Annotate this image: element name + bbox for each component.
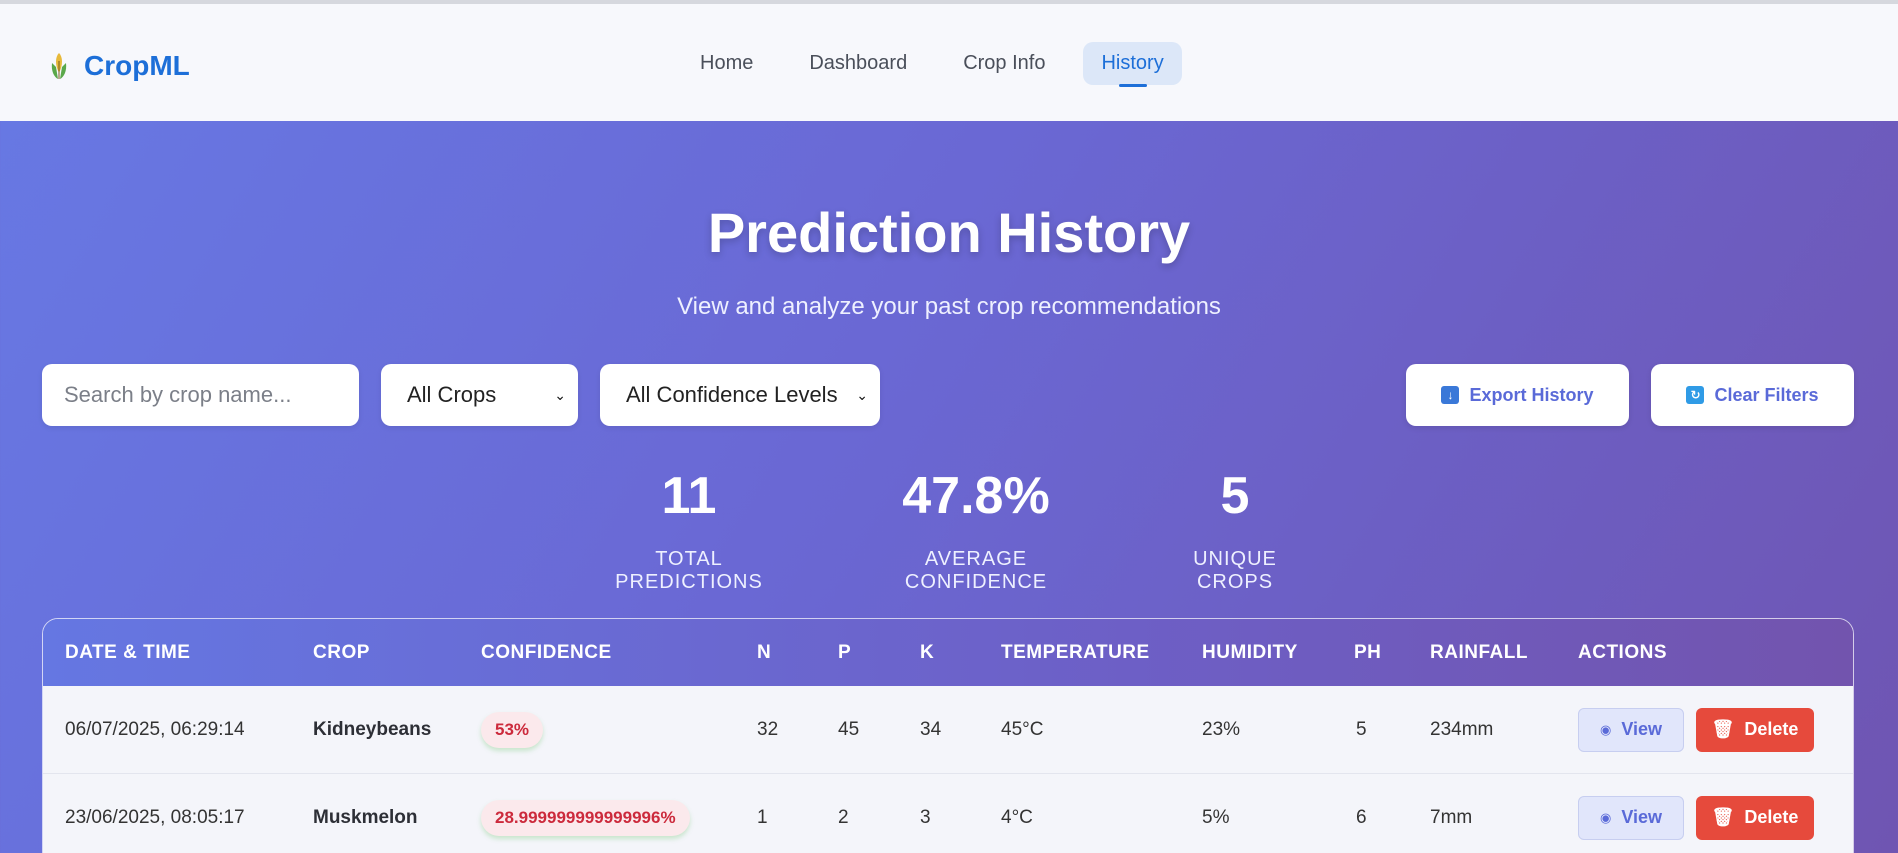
nav-crop-info[interactable]: Crop Info [945, 42, 1063, 85]
search-input[interactable]: Search by crop name... [42, 364, 359, 426]
col-p[interactable]: P [838, 642, 851, 664]
col-rainfall: RAINFALL [1430, 641, 1528, 663]
cell-n: 1 [757, 806, 768, 828]
cell-ph: 5 [1356, 718, 1367, 740]
stat-label: AVERAGE CONFIDENCE [904, 548, 1048, 593]
col-ph[interactable]: PH [1354, 642, 1381, 664]
cell-crop: Kidneybeans [313, 718, 432, 740]
cell-rainfall: 7mm [1430, 806, 1473, 828]
col-crop[interactable]: CROP [313, 642, 370, 664]
cell-temperature: 4°C [1001, 806, 1033, 828]
stat-average-confidence: 47.8% AVERAGE CONFIDENCE [859, 470, 1093, 594]
cell-temperature: 45°C [1001, 718, 1044, 740]
confidence-filter-select[interactable]: All Confidence Levels ⌄ [600, 364, 880, 426]
cell-rainfall: 234mm [1430, 718, 1494, 740]
delete-label: Delete [1744, 807, 1799, 827]
stat-value: 11 [661, 467, 717, 525]
cell-p: 45 [838, 718, 860, 740]
crop-filter-select[interactable]: All Crops ⌄ [381, 364, 578, 426]
brand-name: CropML [84, 50, 190, 81]
trash-icon: 🗑 [1711, 719, 1735, 739]
stat-label: UNIQUE CROPS [1193, 548, 1277, 593]
col-actions: ACTIONS [1578, 641, 1667, 663]
crop-filter-value: All Crops [407, 382, 497, 407]
table-header: DATE & TIME CROP CONFIDENCE N P K TEMPER… [43, 619, 1853, 686]
stat-total-predictions: 11 TOTAL PREDICTIONS [583, 470, 795, 594]
export-history-label: Export History [1469, 384, 1594, 405]
view-button[interactable]: ◉ View [1578, 795, 1684, 840]
main-nav: Home Dashboard Crop Info History [682, 42, 1182, 85]
delete-button[interactable]: 🗑 Delete [1696, 795, 1814, 840]
col-datetime[interactable]: DATE & TIME [65, 642, 190, 664]
cell-k: 3 [920, 806, 931, 828]
delete-label: Delete [1744, 719, 1799, 739]
view-button[interactable]: ◉ View [1578, 707, 1684, 752]
download-icon: ↓ [1441, 386, 1460, 404]
stat-unique-crops: 5 UNIQUE CROPS [1158, 470, 1312, 594]
cell-datetime: 06/07/2025, 06:29:14 [65, 718, 245, 740]
stat-value: 47.8% [902, 467, 1050, 525]
cell-n: 32 [757, 718, 779, 740]
page-subtitle: View and analyze your past crop recommen… [677, 293, 1221, 320]
cell-ph: 6 [1356, 806, 1367, 828]
page-title: Prediction History [707, 201, 1191, 264]
table-row: 06/07/2025, 06:29:14 Kidneybeans 53% 32 … [43, 686, 1853, 774]
export-history-button[interactable]: ↓ Export History [1406, 364, 1629, 426]
stat-value: 5 [1220, 467, 1250, 525]
cell-crop: Muskmelon [313, 806, 418, 828]
cell-datetime: 23/06/2025, 08:05:17 [65, 806, 245, 828]
trash-icon: 🗑 [1711, 807, 1735, 827]
refresh-icon: ↻ [1686, 386, 1705, 404]
col-confidence[interactable]: CONFIDENCE [481, 642, 612, 664]
nav-dashboard[interactable]: Dashboard [791, 42, 925, 85]
table-row: 23/06/2025, 08:05:17 Muskmelon 28.999999… [43, 774, 1853, 853]
delete-button[interactable]: 🗑 Delete [1696, 707, 1814, 752]
cell-p: 2 [838, 806, 849, 828]
chevron-down-icon: ⌄ [856, 386, 868, 403]
corn-icon [48, 51, 70, 81]
confidence-badge: 53% [481, 711, 544, 748]
chevron-down-icon: ⌄ [554, 386, 566, 403]
col-temperature[interactable]: TEMPERATURE [1001, 642, 1150, 664]
cell-k: 34 [920, 718, 942, 740]
confidence-filter-value: All Confidence Levels [626, 382, 838, 407]
clear-filters-button[interactable]: ↻ Clear Filters [1651, 364, 1854, 426]
col-n[interactable]: N [757, 642, 771, 664]
cell-humidity: 23% [1202, 718, 1241, 740]
nav-home[interactable]: Home [682, 42, 771, 85]
col-humidity[interactable]: HUMIDITY [1202, 642, 1298, 664]
clear-filters-label: Clear Filters [1714, 384, 1819, 405]
confidence-badge: 28.999999999999996% [481, 799, 690, 836]
eye-icon: ◉ [1599, 809, 1612, 825]
top-navbar: CropML Home Dashboard Crop Info History [0, 4, 1898, 121]
view-label: View [1621, 807, 1663, 827]
nav-history[interactable]: History [1083, 42, 1182, 85]
eye-icon: ◉ [1599, 721, 1612, 737]
history-table: DATE & TIME CROP CONFIDENCE N P K TEMPER… [42, 618, 1854, 853]
brand-logo[interactable]: CropML [48, 50, 190, 82]
stat-label: TOTAL PREDICTIONS [615, 548, 763, 593]
cell-humidity: 5% [1202, 806, 1230, 828]
col-k[interactable]: K [920, 642, 934, 664]
view-label: View [1621, 719, 1663, 739]
search-placeholder: Search by crop name... [64, 382, 292, 407]
